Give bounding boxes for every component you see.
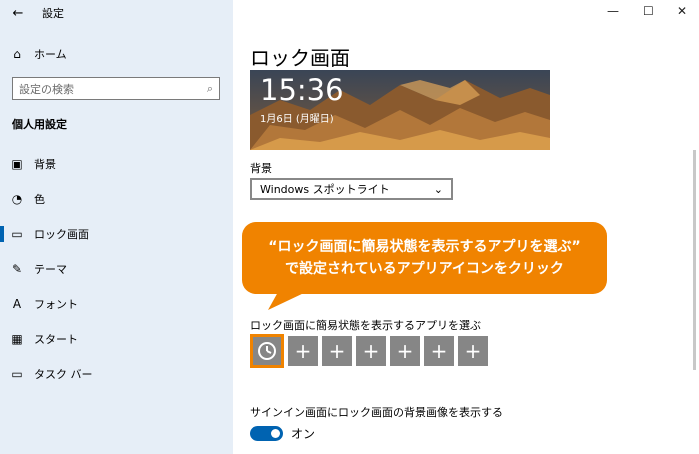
callout-line-1: “ロック画面に簡易状態を表示するアプリを選ぶ” — [268, 239, 581, 255]
scrollbar[interactable] — [693, 150, 696, 370]
sidebar-item-label: テーマ — [34, 263, 67, 276]
home-icon: ⌂ — [13, 47, 21, 61]
add-app-tile[interactable]: + — [458, 336, 488, 366]
start-icon: ▦ — [11, 332, 23, 346]
taskbar-icon: ▭ — [11, 367, 23, 381]
title-bar: ← 設定 — [0, 0, 233, 26]
toggle-state-label: オン — [291, 427, 316, 441]
background-label: 背景 — [250, 162, 272, 175]
sidebar-item-theme[interactable]: ✎ テーマ — [0, 254, 233, 284]
sidebar-item-label: 背景 — [34, 158, 56, 171]
add-app-tile[interactable]: + — [288, 336, 318, 366]
signin-background-label: サインイン画面にロック画面の背景画像を表示する — [250, 406, 503, 419]
preview-date: 1月6日 (月曜日) — [260, 114, 334, 125]
section-title: 個人用設定 — [12, 118, 67, 131]
signin-background-toggle[interactable] — [250, 426, 283, 441]
preview-time: 15:36 — [260, 73, 344, 107]
sidebar-item-label: タスク バー — [34, 368, 93, 381]
callout-line-2: で設定されているアプリアイコンをクリック — [285, 261, 564, 277]
sidebar-item-home[interactable]: ⌂ ホーム — [0, 39, 233, 69]
sidebar-item-lock-screen[interactable]: ▭ ロック画面 — [0, 219, 233, 249]
search-icon: ⌕ — [206, 81, 213, 95]
app-title: 設定 — [42, 7, 64, 20]
add-app-tile[interactable]: + — [424, 336, 454, 366]
page-title: ロック画面 — [250, 46, 350, 70]
sidebar-item-label: スタート — [34, 333, 78, 346]
quick-status-app-tile[interactable] — [250, 334, 284, 368]
chevron-down-icon: ⌄ — [433, 182, 443, 196]
search-input[interactable]: 設定の検索 ⌕ — [12, 77, 220, 100]
sidebar-item-label: ロック画面 — [34, 228, 89, 241]
picture-icon: ▣ — [11, 157, 23, 171]
sidebar-item-label: フォント — [34, 298, 78, 311]
add-app-tile[interactable]: + — [356, 336, 386, 366]
sidebar-item-background[interactable]: ▣ 背景 — [0, 149, 233, 179]
background-dropdown[interactable]: Windows スポットライト ⌄ — [250, 178, 453, 200]
font-icon: A — [12, 297, 22, 311]
callout-annotation: “ロック画面に簡易状態を表示するアプリを選ぶ” で設定されているアプリアイコンを… — [242, 222, 607, 294]
maximize-icon[interactable]: ☐ — [643, 4, 654, 18]
minimize-icon[interactable]: — — [607, 4, 619, 18]
lock-screen-icon: ▭ — [11, 227, 23, 241]
main-panel: — ☐ ✕ ロック画面 15:36 1月6日 (月曜日) 背景 Windows … — [233, 0, 699, 454]
add-app-tile[interactable]: + — [390, 336, 420, 366]
brush-icon: ✎ — [11, 262, 23, 276]
sidebar: ← 設定 ⌂ ホーム 設定の検索 ⌕ 個人用設定 ▣ 背景 ◔ 色 ▭ ロック画… — [0, 0, 233, 454]
sidebar-item-label: ホーム — [34, 48, 67, 61]
background-dropdown-value: Windows スポットライト — [260, 183, 390, 196]
lock-screen-preview: 15:36 1月6日 (月曜日) — [250, 70, 550, 150]
signin-background-toggle-row: オン — [250, 425, 315, 442]
sidebar-item-label: 色 — [34, 193, 45, 206]
sidebar-item-font[interactable]: A フォント — [0, 289, 233, 319]
sidebar-item-taskbar[interactable]: ▭ タスク バー — [0, 359, 233, 389]
search-placeholder: 設定の検索 — [19, 82, 74, 96]
close-icon[interactable]: ✕ — [677, 4, 687, 18]
clock-icon — [258, 342, 276, 360]
back-arrow-icon[interactable]: ← — [0, 6, 36, 21]
callout-tail — [268, 292, 306, 310]
sidebar-item-color[interactable]: ◔ 色 — [0, 184, 233, 214]
palette-icon: ◔ — [11, 192, 23, 206]
sidebar-item-start[interactable]: ▦ スタート — [0, 324, 233, 354]
quick-status-label: ロック画面に簡易状態を表示するアプリを選ぶ — [250, 319, 481, 332]
quick-status-tiles: + + + + + + — [250, 334, 488, 368]
add-app-tile[interactable]: + — [322, 336, 352, 366]
